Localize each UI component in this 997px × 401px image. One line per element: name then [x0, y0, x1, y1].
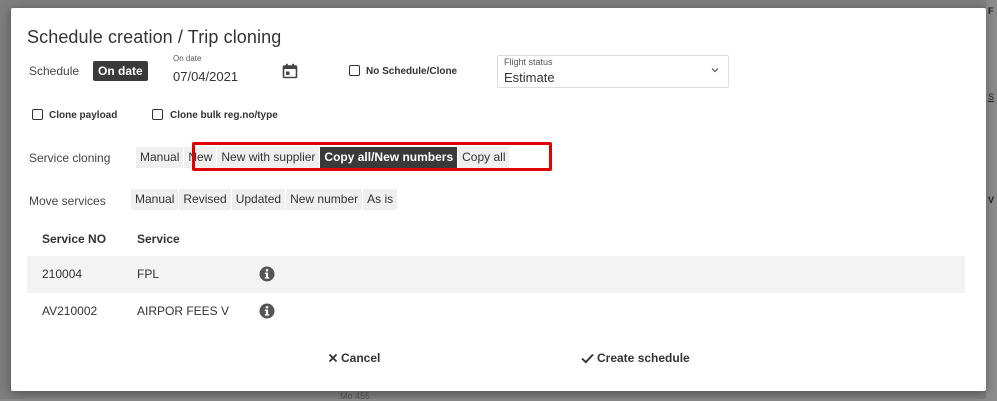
service-cloning-new[interactable]: New — [184, 147, 217, 168]
service-cloning-new-with-supplier[interactable]: New with supplier — [217, 147, 320, 168]
table-row[interactable]: 210004 FPL — [27, 256, 965, 293]
date-field[interactable]: On date 07/04/2021 — [164, 54, 308, 88]
service-cell: FPL — [137, 267, 160, 281]
service-no-cell: AV210002 — [42, 304, 98, 318]
schedule-mode-toggle[interactable]: On date — [93, 61, 148, 81]
clone-payload-label: Clone payload — [49, 110, 118, 121]
schedule-label: Schedule — [29, 64, 80, 78]
background-fragment: Mo 455 — [340, 391, 371, 401]
service-no-cell: 210004 — [42, 267, 83, 281]
flight-status-label: Flight status — [504, 57, 553, 67]
clone-payload-checkbox[interactable] — [32, 109, 43, 120]
service-cloning-copy-all-new-numbers[interactable]: Copy all/New numbers — [320, 147, 458, 168]
close-icon — [328, 353, 338, 363]
cancel-button[interactable]: Cancel — [328, 351, 380, 365]
chevron-down-icon — [711, 68, 719, 73]
move-services-as-is[interactable]: As is — [363, 189, 398, 210]
date-field-value[interactable]: 07/04/2021 — [173, 69, 238, 84]
info-icon[interactable] — [259, 303, 275, 319]
clone-bulk-checkbox[interactable] — [152, 109, 163, 120]
flight-status-select[interactable]: Flight status Estimate — [497, 55, 729, 88]
no-schedule-checkbox[interactable] — [349, 65, 360, 76]
move-services-options: Manual Revised Updated New number As is — [131, 189, 398, 210]
background-right-panel: F S V — [986, 0, 997, 399]
move-services-label: Move services — [29, 194, 106, 208]
clone-bulk-label: Clone bulk reg.no/type — [170, 110, 278, 121]
check-icon — [581, 353, 594, 364]
flight-status-value: Estimate — [504, 70, 555, 85]
column-header-service: Service — [137, 232, 180, 246]
table-row[interactable]: AV210002 AIRPOR FEES V — [27, 293, 965, 330]
schedule-dialog: Schedule creation / Trip cloning Schedul… — [11, 8, 986, 391]
date-field-label: On date — [173, 54, 202, 63]
service-cloning-label: Service cloning — [29, 151, 111, 165]
info-icon[interactable] — [259, 266, 275, 282]
column-header-service-no: Service NO — [42, 232, 107, 246]
dialog-title: Schedule creation / Trip cloning — [27, 27, 282, 47]
service-cell: AIRPOR FEES V — [137, 304, 230, 318]
service-cloning-manual[interactable]: Manual — [136, 147, 184, 168]
move-services-revised[interactable]: Revised — [179, 189, 231, 210]
move-services-updated[interactable]: Updated — [231, 189, 286, 210]
cancel-button-label: Cancel — [341, 351, 381, 365]
calendar-icon[interactable] — [282, 63, 298, 79]
create-schedule-button-label: Create schedule — [597, 351, 690, 365]
no-schedule-label: No Schedule/Clone — [366, 66, 458, 77]
service-cloning-copy-all[interactable]: Copy all — [458, 147, 510, 168]
service-cloning-options: Manual New New with supplier Copy all/Ne… — [136, 147, 510, 168]
move-services-new-number[interactable]: New number — [286, 189, 363, 210]
create-schedule-button[interactable]: Create schedule — [581, 351, 690, 365]
move-services-manual[interactable]: Manual — [131, 189, 179, 210]
